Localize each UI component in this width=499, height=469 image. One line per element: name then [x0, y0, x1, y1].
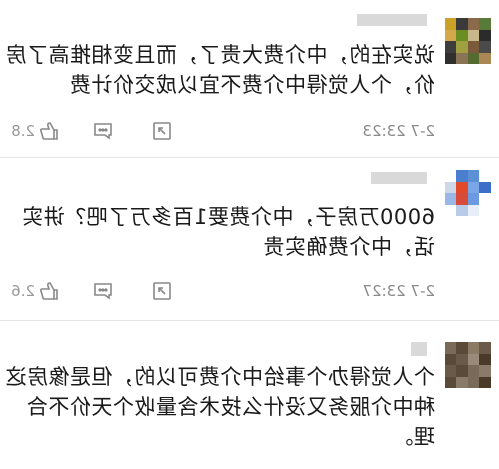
avatar-tile — [468, 204, 480, 216]
avatar-tile — [468, 41, 480, 53]
like-icon[interactable] — [38, 280, 60, 302]
avatar-tile — [445, 52, 457, 64]
username-placeholder[interactable] — [371, 172, 427, 184]
avatar-tile — [468, 29, 480, 41]
comment-item: 说实在的，中介费大贵了，而且变相推高了房价，个人觉得中介费不宜以成交价计费 2-… — [0, 0, 499, 152]
avatar-tile — [479, 193, 491, 205]
avatar-tile — [456, 204, 468, 216]
comment-list: 说实在的，中介费大贵了，而且变相推高了房价，个人觉得中介费不宜以成交价计费 2-… — [0, 0, 499, 469]
avatar-tile — [479, 170, 491, 182]
avatar-tile — [456, 41, 468, 53]
avatar-tile — [479, 342, 491, 354]
avatar-tile — [445, 181, 457, 193]
comment-text: 说实在的，中介费大贵了，而且变相推高了房价，个人觉得中介费不宜以成交价计费 — [5, 43, 435, 97]
avatar-tile — [479, 18, 491, 30]
comment-time: 2-7 23:23 — [362, 122, 436, 140]
username-placeholder[interactable] — [357, 14, 427, 26]
comment-text: 6000万房子，中介费要1百多万了吧？讲实话，中介费确实贵 — [21, 205, 435, 259]
divider — [0, 320, 499, 321]
share-icon[interactable] — [151, 120, 173, 142]
comment-meta: 2-7 23:27 2.6 — [5, 280, 435, 302]
avatar-tile — [445, 353, 457, 365]
username-placeholder[interactable] — [411, 342, 427, 356]
like-count: 2.8 — [11, 122, 35, 140]
avatar-tile — [468, 376, 480, 388]
comment-text: 个人觉得办个事给中介费可以的，但是像房这种中介服务又没什么技术含量收个天价不合理… — [5, 365, 435, 449]
comment-icon[interactable] — [92, 280, 114, 302]
avatar-tile — [479, 353, 491, 365]
avatar-tile — [468, 181, 480, 193]
comment-icon[interactable] — [92, 120, 114, 142]
avatar-tile — [468, 170, 480, 182]
avatar-tile — [479, 29, 491, 41]
avatar-tile — [468, 193, 480, 205]
avatar-tile — [445, 376, 457, 388]
avatar-tile — [445, 41, 457, 53]
avatar-tile — [479, 204, 491, 216]
avatar-tile — [479, 376, 491, 388]
avatar-tile — [445, 193, 457, 205]
avatar-tile — [445, 29, 457, 41]
avatar-tile — [456, 29, 468, 41]
comment-meta: 2-7 23:23 2.8 — [5, 120, 435, 142]
avatar-tile — [456, 52, 468, 64]
avatar-tile — [468, 342, 480, 354]
like-count: 2.6 — [11, 282, 35, 300]
avatar-tile — [479, 41, 491, 53]
avatar-tile — [456, 353, 468, 365]
avatar-tile — [468, 365, 480, 377]
avatar[interactable] — [445, 170, 491, 216]
avatar-tile — [468, 52, 480, 64]
avatar-tile — [479, 52, 491, 64]
avatar-tile — [445, 365, 457, 377]
avatar-tile — [468, 18, 480, 30]
avatar-tile — [479, 365, 491, 377]
avatar-tile — [456, 170, 468, 182]
avatar-tile — [445, 18, 457, 30]
avatar-tile — [445, 170, 457, 182]
avatar-tile — [456, 193, 468, 205]
comment-time: 2-7 23:27 — [362, 282, 436, 300]
divider — [0, 157, 499, 158]
avatar-tile — [456, 342, 468, 354]
avatar-tile — [479, 181, 491, 193]
avatar-tile — [445, 204, 457, 216]
avatar-tile — [456, 376, 468, 388]
avatar-tile — [468, 353, 480, 365]
avatar-tile — [445, 342, 457, 354]
avatar-tile — [456, 18, 468, 30]
avatar[interactable] — [445, 342, 491, 388]
avatar-tile — [456, 181, 468, 193]
avatar-tile — [456, 365, 468, 377]
share-icon[interactable] — [151, 280, 173, 302]
like-icon[interactable] — [38, 120, 60, 142]
comment-item: 个人觉得办个事给中介费可以的，但是像房这种中介服务又没什么技术含量收个天价不合理… — [0, 322, 499, 469]
avatar[interactable] — [445, 18, 491, 64]
comment-item: 6000万房子，中介费要1百多万了吧？讲实话，中介费确实贵 2-7 23:27 … — [0, 160, 499, 315]
